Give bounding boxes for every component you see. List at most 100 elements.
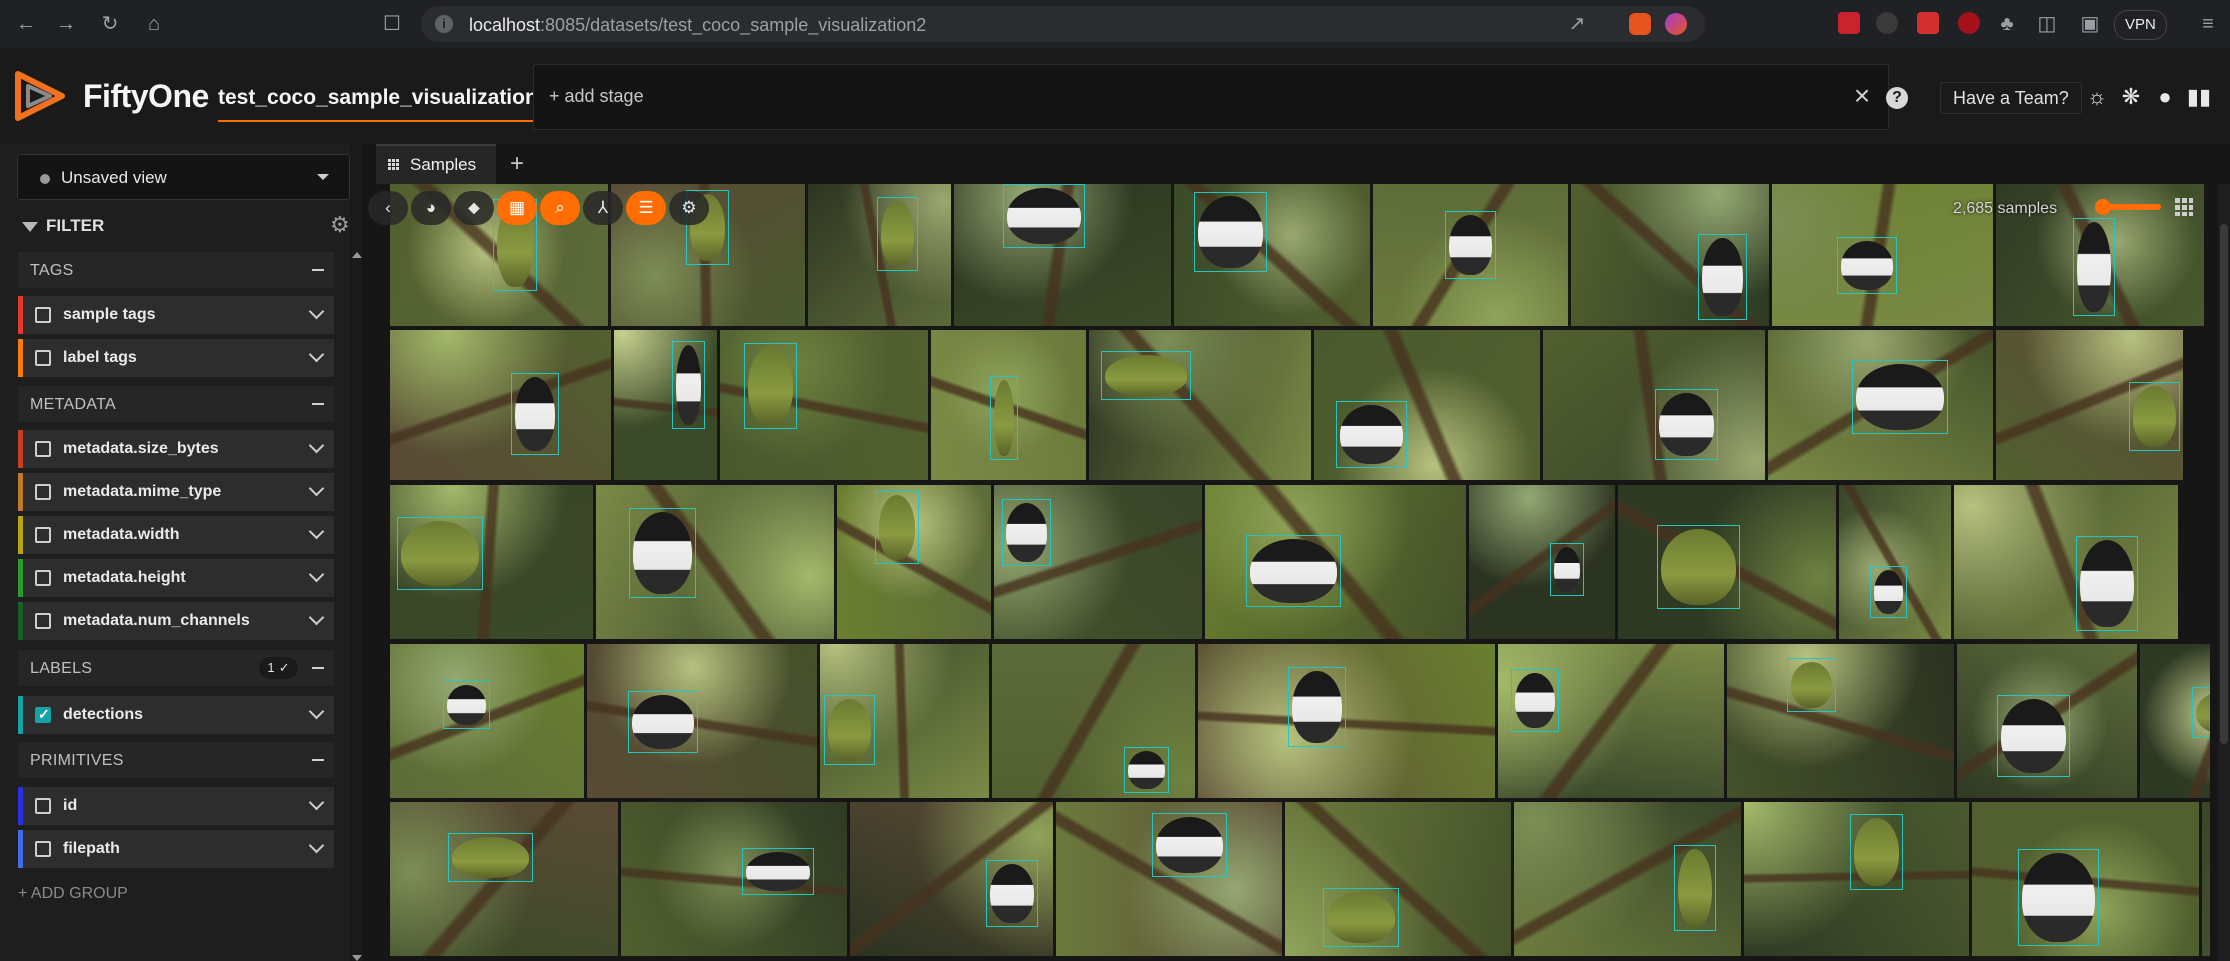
field-metadata-mime-type[interactable]: metadata.mime_type (18, 473, 334, 511)
field-metadata-num-channels[interactable]: metadata.num_channels (18, 602, 334, 640)
chevron-down-icon[interactable] (308, 837, 325, 854)
collapse-icon[interactable] (312, 403, 324, 405)
field-detections[interactable]: detections (18, 696, 334, 734)
sample-thumbnail[interactable] (1205, 485, 1466, 639)
merge-icon[interactable]: ⅄ (583, 191, 623, 225)
field-checkbox[interactable] (35, 706, 51, 723)
add-stage-input[interactable]: + add stage (549, 86, 644, 107)
theme-toggle-icon[interactable]: ☼ (2084, 84, 2110, 110)
ublock-icon[interactable] (1958, 12, 1980, 34)
sample-thumbnail[interactable] (2202, 802, 2210, 956)
fiftyone-logo-icon[interactable] (14, 70, 66, 122)
field-filepath[interactable]: filepath (18, 830, 334, 868)
field-metadata-size-bytes[interactable]: metadata.size_bytes (18, 430, 334, 468)
labels-count-badge[interactable]: 1 ✓ (259, 657, 298, 679)
sample-thumbnail[interactable] (1571, 184, 1769, 326)
scrollbar-thumb[interactable] (2220, 224, 2228, 744)
color-palette-icon[interactable]: ◕ (411, 191, 451, 225)
slider-handle[interactable] (2095, 199, 2111, 215)
sample-thumbnail[interactable] (1373, 184, 1568, 326)
home-icon[interactable]: ⌂ (140, 10, 168, 38)
back-arrow-icon[interactable]: ← (12, 10, 40, 38)
share-icon[interactable]: ↗ (1563, 10, 1591, 38)
sample-thumbnail[interactable] (1174, 184, 1370, 326)
filter-settings-icon[interactable]: ⚙ (330, 214, 352, 236)
brave-shield-icon[interactable] (1629, 13, 1651, 35)
chevron-down-icon[interactable] (308, 303, 325, 320)
field-id[interactable]: id (18, 787, 334, 825)
sample-thumbnail[interactable] (931, 330, 1086, 480)
sample-thumbnail[interactable] (994, 485, 1202, 639)
chevron-down-icon[interactable] (308, 480, 325, 497)
sample-thumbnail[interactable] (1996, 330, 2183, 480)
sample-thumbnail[interactable] (1727, 644, 1954, 798)
tab-samples[interactable]: Samples (376, 144, 496, 184)
tag-icon[interactable]: ⬥ (454, 191, 494, 225)
sample-thumbnail[interactable] (1543, 330, 1765, 480)
forward-arrow-icon[interactable]: → (52, 10, 80, 38)
sample-thumbnail[interactable] (596, 485, 834, 639)
sample-thumbnail[interactable] (1498, 644, 1724, 798)
list-icon[interactable]: ☰ (626, 191, 666, 225)
chevron-down-icon[interactable] (308, 437, 325, 454)
help-icon[interactable]: ? (1886, 87, 1908, 109)
brave-rewards-icon[interactable] (1665, 13, 1687, 35)
chevron-down-icon[interactable] (308, 566, 325, 583)
field-label-tags[interactable]: label tags (18, 339, 334, 377)
clear-view-icon[interactable]: × (1844, 78, 1880, 114)
extensions-puzzle-icon[interactable]: ♣ (1993, 10, 2021, 38)
search-icon[interactable]: ⌕ (540, 191, 580, 225)
extension-icon[interactable] (1876, 12, 1898, 34)
sample-thumbnail[interactable] (1839, 485, 1951, 639)
sample-thumbnail[interactable] (1744, 802, 1969, 956)
field-checkbox[interactable] (35, 841, 51, 857)
collapse-icon[interactable] (312, 759, 324, 761)
sample-thumbnail[interactable] (1954, 485, 2178, 639)
collapse-icon[interactable] (312, 667, 324, 669)
sample-thumbnail[interactable] (2140, 644, 2210, 798)
chevron-down-icon[interactable] (308, 523, 325, 540)
group-tags[interactable]: TAGS (18, 252, 334, 288)
view-stage-bar[interactable]: + add stage × ? (533, 64, 1908, 130)
field-checkbox[interactable] (35, 798, 51, 814)
chevron-down-icon[interactable] (308, 794, 325, 811)
patches-icon[interactable]: ▦ (497, 191, 537, 225)
url-text[interactable]: localhost:8085/datasets/test_coco_sample… (469, 15, 926, 36)
field-checkbox[interactable] (35, 484, 51, 500)
menu-icon[interactable]: ≡ (2194, 10, 2222, 38)
wallet-icon[interactable]: ▣ (2076, 10, 2104, 38)
sample-thumbnail[interactable] (1957, 644, 2137, 798)
sample-thumbnail[interactable] (808, 184, 951, 326)
team-button[interactable]: Have a Team? (1940, 82, 2082, 114)
chevron-down-icon[interactable] (308, 609, 325, 626)
sample-thumbnail[interactable] (954, 184, 1171, 326)
sample-thumbnail[interactable] (850, 802, 1053, 956)
back-icon[interactable]: ‹ (368, 191, 408, 225)
settings-icon[interactable]: ⚙ (669, 191, 709, 225)
field-metadata-width[interactable]: metadata.width (18, 516, 334, 554)
grid-zoom-slider[interactable] (2095, 199, 2161, 215)
sample-thumbnail[interactable] (614, 330, 717, 480)
bookmark-icon[interactable]: ☐ (378, 10, 406, 38)
vpn-button[interactable]: VPN (2114, 10, 2167, 40)
sample-thumbnail[interactable] (1972, 802, 2199, 956)
sample-thumbnail[interactable] (390, 802, 618, 956)
docs-icon[interactable]: ▮▮ (2186, 84, 2212, 110)
grid-layout-icon[interactable] (2175, 198, 2193, 216)
chevron-down-icon[interactable] (308, 703, 325, 720)
sidebar-scrollbar[interactable] (350, 252, 362, 961)
field-checkbox[interactable] (35, 570, 51, 586)
github-icon[interactable]: ● (2152, 84, 2178, 110)
add-panel-icon[interactable]: + (510, 150, 524, 178)
brand-name[interactable]: FiftyOne (83, 78, 209, 115)
sample-grid[interactable] (390, 184, 2210, 961)
slack-icon[interactable]: ❋ (2118, 84, 2144, 110)
sample-thumbnail[interactable] (1768, 330, 1993, 480)
field-checkbox[interactable] (35, 307, 51, 323)
sample-thumbnail[interactable] (1469, 485, 1615, 639)
view-selector[interactable]: Unsaved view (17, 154, 350, 200)
sample-thumbnail[interactable] (1514, 802, 1741, 956)
extension-icon[interactable] (1838, 12, 1860, 34)
scroll-up-icon[interactable] (352, 252, 362, 258)
collapse-icon[interactable] (312, 269, 324, 271)
